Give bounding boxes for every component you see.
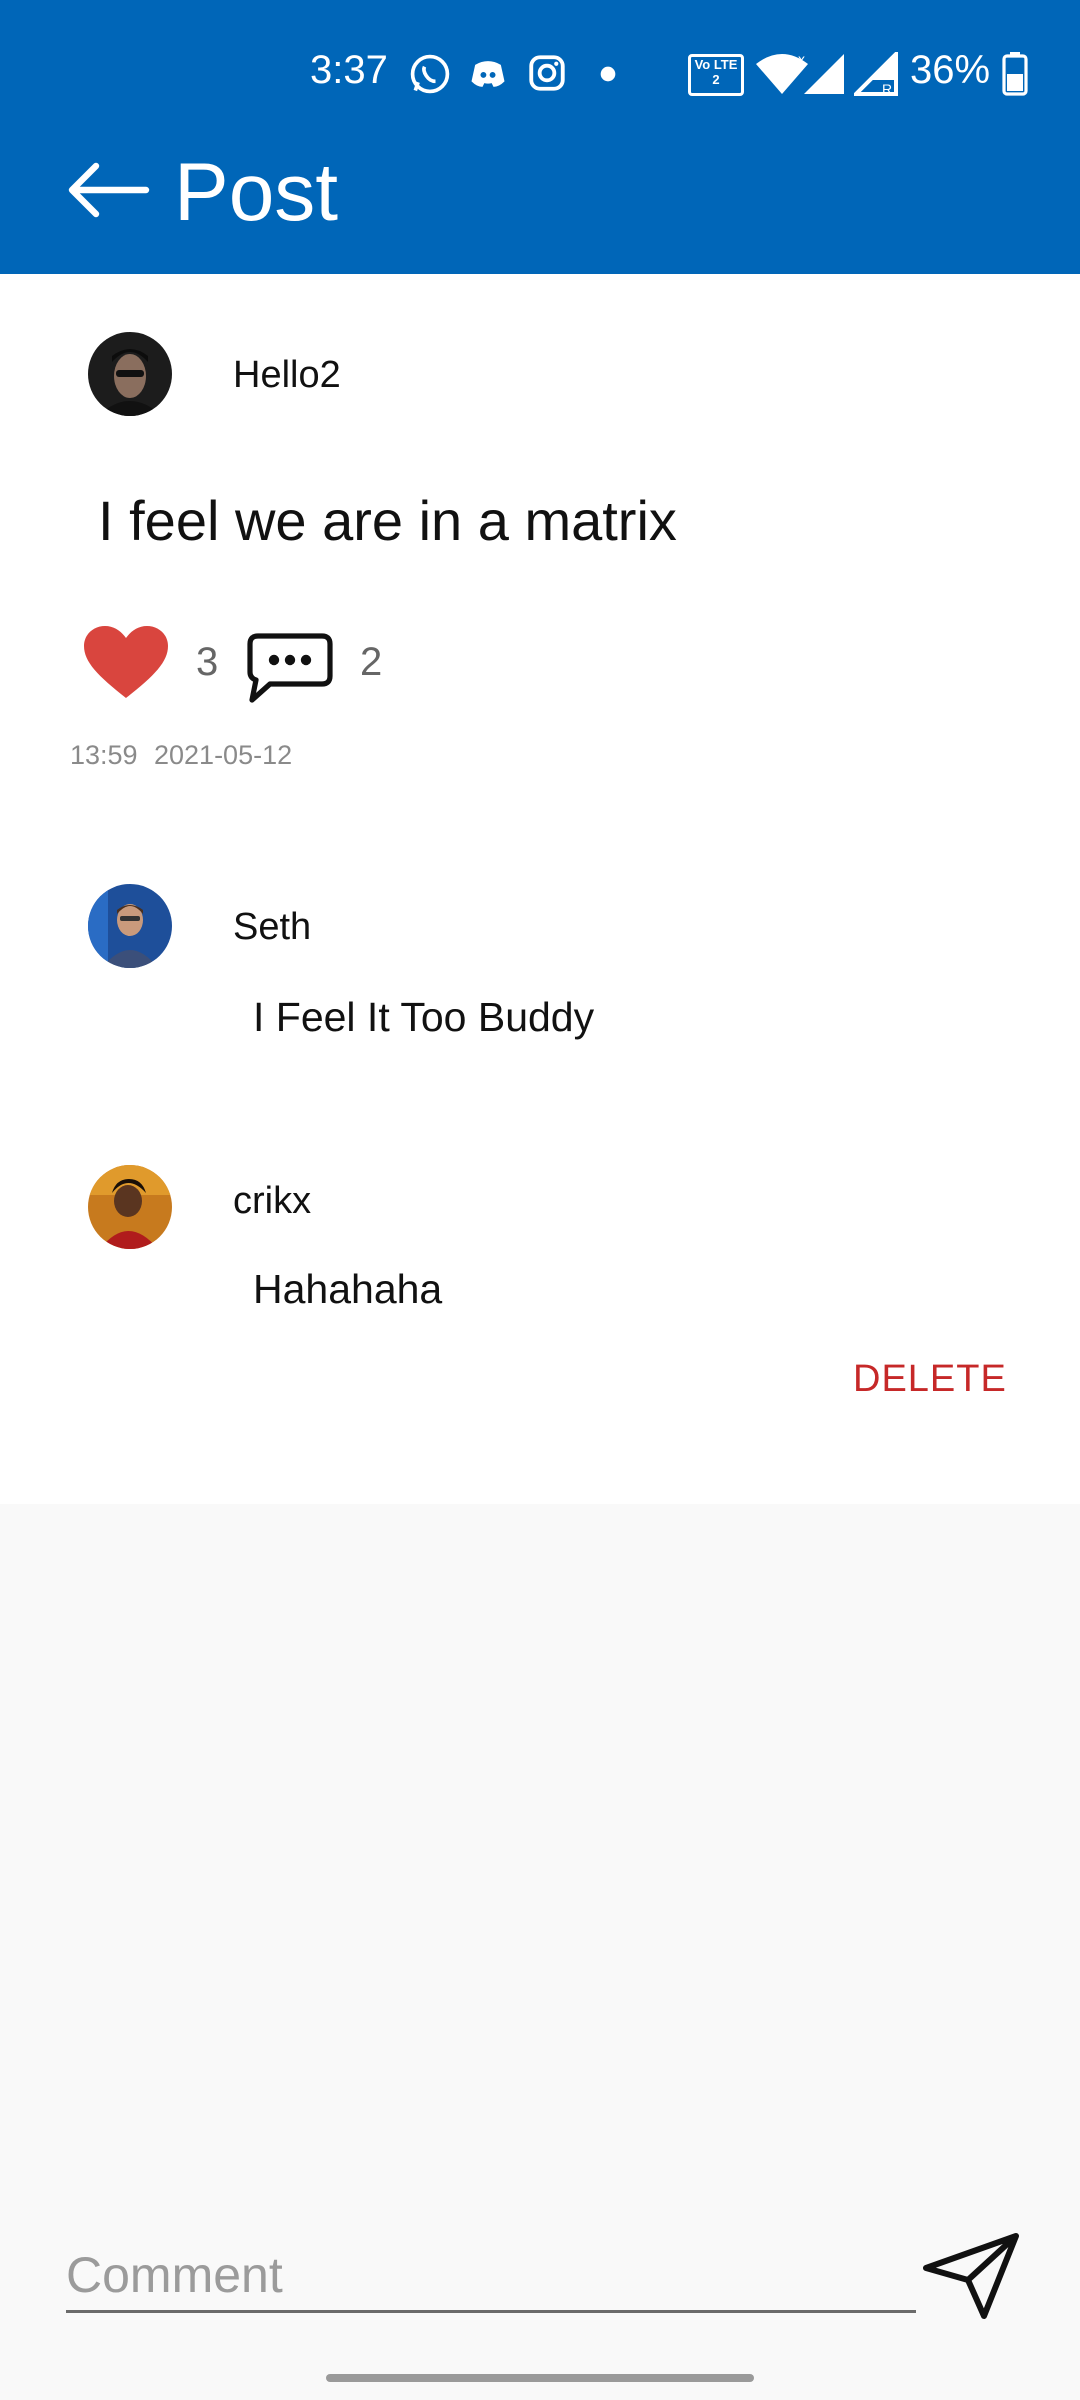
heart-icon[interactable] bbox=[82, 624, 170, 700]
post-date: 2021-05-12 bbox=[154, 740, 293, 770]
comment-count: 2 bbox=[360, 640, 383, 684]
battery-percent: 36% bbox=[910, 48, 991, 92]
comment-text: Hahahaha bbox=[253, 1266, 443, 1312]
signal-roaming-icon: R bbox=[854, 52, 898, 96]
battery-icon bbox=[1002, 52, 1028, 96]
comment-text: I Feel It Too Buddy bbox=[253, 994, 595, 1040]
post-time: 13:59 bbox=[70, 740, 138, 770]
comment-author[interactable]: Seth bbox=[233, 906, 311, 949]
instagram-icon bbox=[529, 55, 565, 91]
svg-text:R: R bbox=[882, 81, 892, 96]
comment-input[interactable] bbox=[66, 2240, 916, 2313]
post-author[interactable]: Hello2 bbox=[233, 354, 341, 397]
discord-icon bbox=[471, 61, 505, 87]
post-text: I feel we are in a matrix bbox=[98, 489, 677, 552]
delete-comment-button[interactable]: DELETE bbox=[853, 1358, 1007, 1401]
avatar[interactable] bbox=[88, 884, 172, 968]
whatsapp-icon bbox=[410, 54, 450, 94]
send-icon[interactable] bbox=[922, 2232, 1022, 2322]
volte-icon: Vo LTE 2 bbox=[688, 54, 744, 96]
back-arrow-icon[interactable] bbox=[66, 160, 150, 220]
comment-author[interactable]: crikx bbox=[233, 1180, 311, 1223]
comment-bubble-icon[interactable] bbox=[246, 632, 334, 704]
post-card: Hello2 I feel we are in a matrix 3 2 13:… bbox=[0, 274, 1080, 1504]
signal-icon bbox=[804, 54, 844, 94]
avatar[interactable] bbox=[88, 1165, 172, 1249]
status-time: 3:37 bbox=[310, 48, 388, 92]
page-title: Post bbox=[174, 147, 339, 238]
dot-icon bbox=[600, 66, 616, 82]
status-bar: 3:37 Vo LTE 2 x R 36% bbox=[0, 44, 1080, 104]
avatar[interactable] bbox=[88, 332, 172, 416]
like-count: 3 bbox=[196, 640, 219, 684]
gesture-nav-bar[interactable] bbox=[326, 2374, 754, 2382]
app-bar: 3:37 Vo LTE 2 x R 36% Post bbox=[0, 0, 1080, 274]
